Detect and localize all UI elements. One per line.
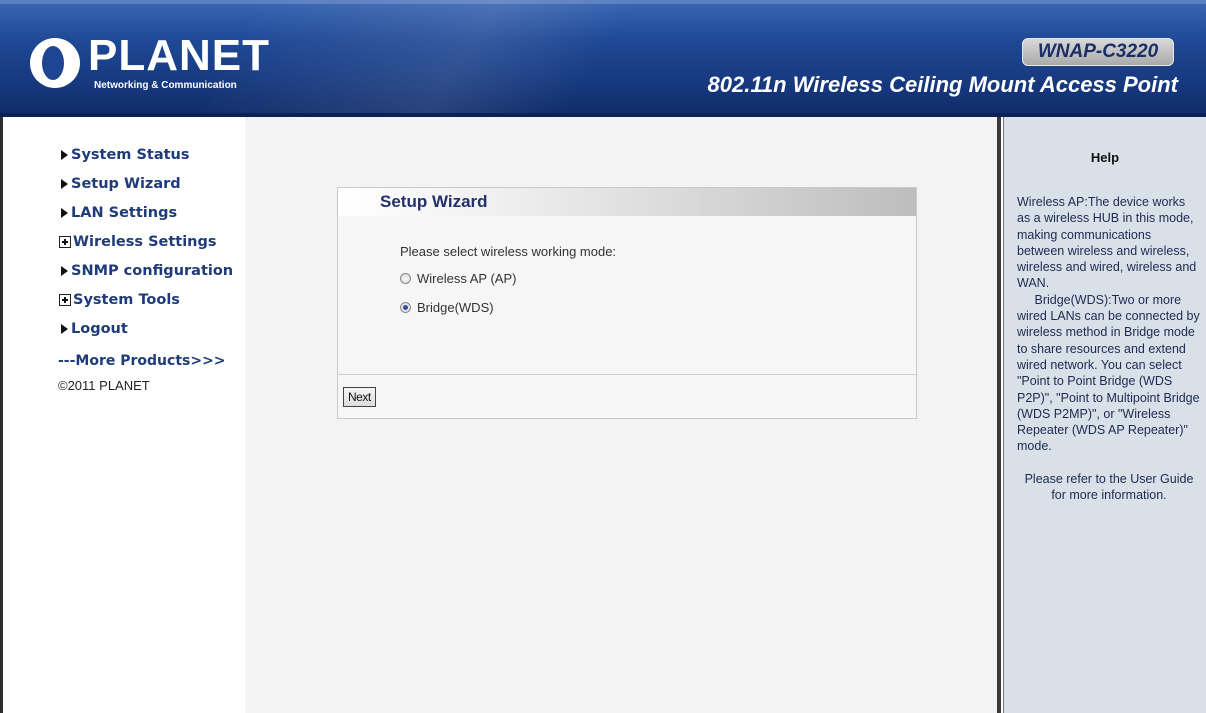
bridge-wds-option[interactable]: Bridge(WDS) [400,298,494,316]
header-sheen [183,0,797,117]
help-panel: Help Wireless AP:The device works as a w… [1004,117,1206,713]
more-products-link[interactable]: ---More Products>>> [58,353,226,369]
arrow-right-icon [61,266,68,276]
setup-wizard-panel: Setup Wizard Please select wireless work… [337,187,917,419]
sidebar-item-label: System Status [71,147,190,163]
sidebar-item-label: LAN Settings [71,205,178,221]
help-title: Help [1090,150,1120,165]
sidebar: System Status Setup Wizard LAN Settings … [0,117,245,713]
bridge-wds-label: Bridge(WDS) [417,299,494,315]
brand-name: PLANET [88,31,270,80]
sidebar-item-label: SNMP configuration [71,263,234,279]
panel-header: Setup Wizard [338,188,916,216]
arrow-right-icon [61,179,68,189]
product-title: 802.11n Wireless Ceiling Mount Access Po… [707,72,1179,97]
arrow-right-icon [61,324,68,334]
arrow-right-icon [61,208,68,218]
model-badge: WNAP-C3220 [1022,38,1174,66]
wireless-ap-label: Wireless AP (AP) [417,270,517,286]
mode-prompt: Please select wireless working mode: [400,244,617,259]
header-banner: PLANET Networking & Communication WNAP-C… [0,0,1206,117]
main-content: Setup Wizard Please select wireless work… [245,117,997,713]
sidebar-item-snmp-configuration[interactable]: SNMP configuration [58,261,233,290]
sidebar-item-system-tools[interactable]: System Tools [58,290,233,319]
help-text: Wireless AP:The device works as a wirele… [1017,194,1201,503]
sidebar-item-label: System Tools [73,292,180,308]
sidebar-item-system-status[interactable]: System Status [58,145,233,174]
expand-plus-icon[interactable] [59,294,71,306]
help-paragraph-wds: Bridge(WDS):Two or more wired LANs can b… [1017,292,1200,454]
bridge-wds-radio[interactable] [400,301,411,313]
next-button[interactable]: Next [343,387,376,407]
expand-plus-icon[interactable] [59,236,71,248]
panel-divider [338,374,916,375]
sidebar-item-label: Wireless Settings [73,234,217,250]
sidebar-menu: System Status Setup Wizard LAN Settings … [58,145,233,348]
sidebar-item-lan-settings[interactable]: LAN Settings [58,203,233,232]
wireless-ap-option[interactable]: Wireless AP (AP) [400,269,516,287]
wireless-ap-radio[interactable] [400,272,411,284]
brand-subtitle: Networking & Communication [94,80,237,91]
arrow-right-icon [61,150,68,160]
frame-divider[interactable] [997,117,1001,713]
sidebar-item-label: Logout [71,321,128,337]
sidebar-item-label: Setup Wizard [71,176,181,192]
page-title: Setup Wizard [380,192,488,211]
help-paragraph-ap: Wireless AP:The device works as a wirele… [1017,195,1197,291]
help-paragraph-reference: Please refer to the User Guide for more … [1024,471,1194,503]
copyright-text: ©2011 PLANET [58,378,150,393]
sidebar-item-wireless-settings[interactable]: Wireless Settings [58,232,233,261]
planet-logo-icon [30,38,80,88]
sidebar-item-logout[interactable]: Logout [58,319,233,348]
sidebar-item-setup-wizard[interactable]: Setup Wizard [58,174,233,203]
